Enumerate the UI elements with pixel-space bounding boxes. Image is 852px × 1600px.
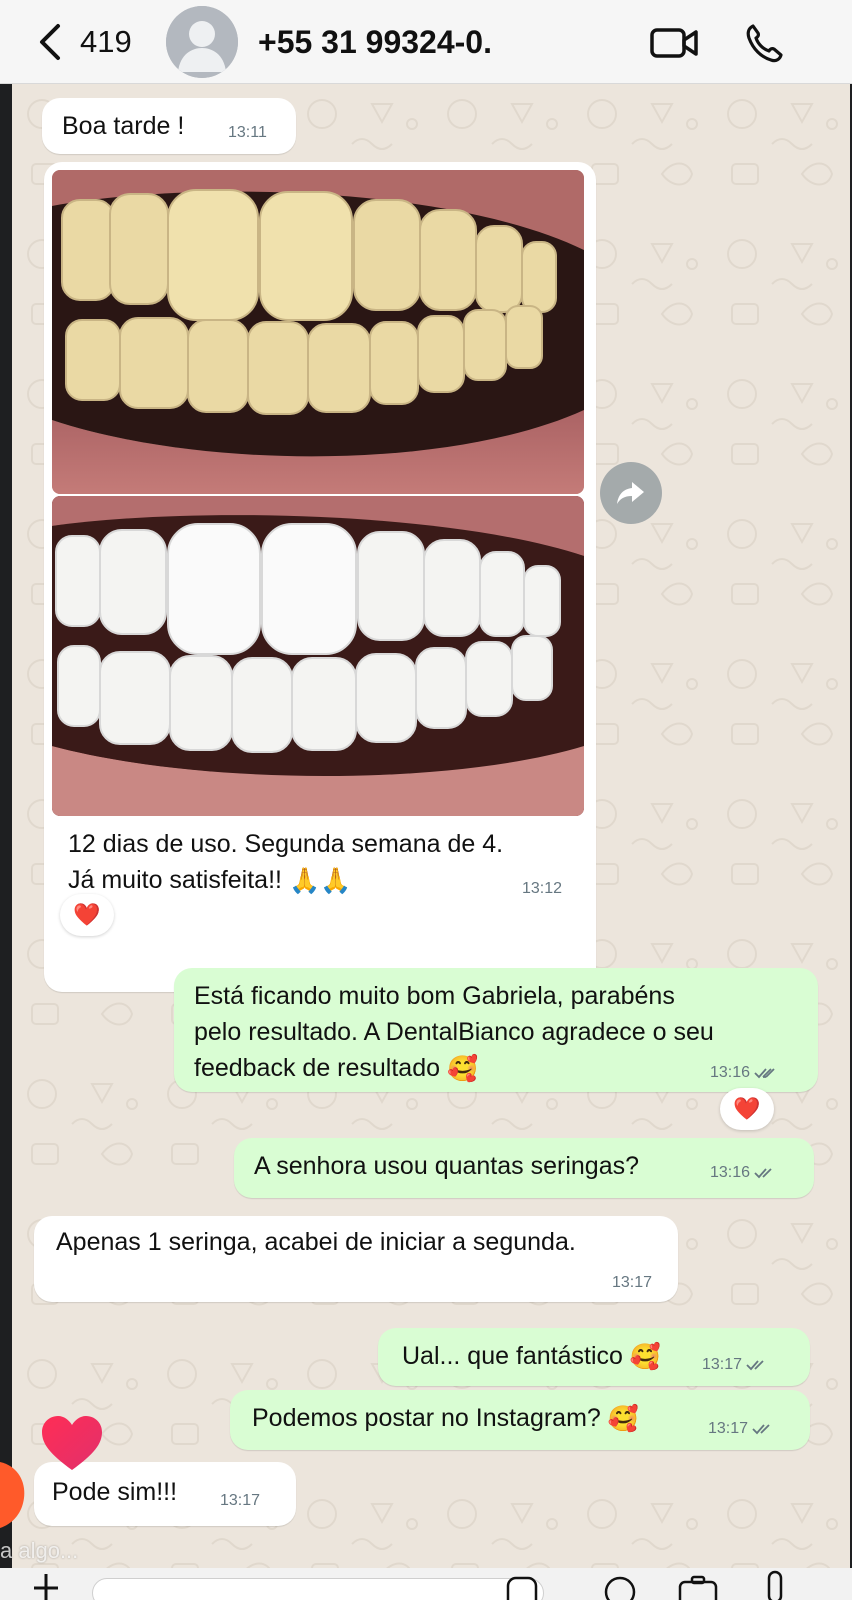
message-body: Ual... que fantástico: [402, 1342, 623, 1370]
red-heart-emoji: ❤️: [733, 1096, 761, 1121]
smiling-hearts-emoji: 🥰: [607, 1404, 639, 1433]
contact-name[interactable]: +55 31 99324-0.: [258, 24, 507, 61]
default-avatar-icon: [166, 6, 238, 78]
message-text: Podemos postar no Instagram? 🥰: [252, 1400, 639, 1436]
message-time: 13:17: [612, 1274, 653, 1291]
time-text: 13:17: [708, 1420, 749, 1437]
message-text: Está ficando muito bom Gabriela, parabén…: [194, 978, 714, 1086]
smiling-hearts-emoji: 🥰: [446, 1054, 479, 1083]
message-text: Ual... que fantástico 🥰: [402, 1338, 661, 1374]
incoming-message[interactable]: Apenas 1 seringa, acabei de iniciar a se…: [34, 1216, 678, 1302]
outgoing-message[interactable]: Está ficando muito bom Gabriela, parabén…: [174, 968, 818, 1092]
read-receipt-icon: [754, 1168, 772, 1179]
video-call-icon[interactable]: [650, 24, 700, 60]
microphone-icon[interactable]: [760, 1570, 790, 1600]
money-icon[interactable]: [602, 1572, 638, 1600]
contact-avatar[interactable]: [166, 6, 238, 78]
message-line-1: Está ficando muito bom Gabriela, parabén…: [194, 982, 675, 1010]
message-reaction[interactable]: ❤️: [60, 894, 114, 936]
after-photo[interactable]: [52, 496, 584, 816]
forward-arrow-icon: [617, 482, 644, 504]
outgoing-message[interactable]: A senhora usou quantas seringas? 13:16: [234, 1138, 814, 1198]
bottom-input-bar: [0, 1568, 852, 1600]
smiling-hearts-emoji: 🥰: [629, 1342, 662, 1371]
unread-count[interactable]: 419: [80, 24, 132, 60]
reply-hint-text: a algo...: [0, 1538, 79, 1563]
camera-icon[interactable]: [676, 1572, 720, 1600]
sticker-icon[interactable]: [504, 1572, 540, 1600]
story-sticker-edge: [0, 1462, 25, 1528]
forward-button[interactable]: [600, 462, 662, 524]
message-time: 13:16: [710, 1064, 778, 1082]
red-heart-emoji: ❤️: [73, 902, 101, 927]
message-text: Pode sim!!!: [52, 1478, 178, 1506]
back-arrow-icon[interactable]: [36, 22, 66, 62]
chat-header: 419 +55 31 99324-0.: [0, 0, 852, 84]
caption-line-2: Já muito satisfeita!!: [68, 866, 282, 894]
message-body: Podemos postar no Instagram?: [252, 1404, 601, 1432]
story-like-heart-icon[interactable]: [40, 1414, 104, 1474]
incoming-message[interactable]: Boa tarde ! 13:11: [42, 98, 296, 154]
message-time: 13:11: [228, 124, 267, 141]
folded-hands-emoji: 🙏🙏: [288, 866, 352, 895]
read-receipt-icon: [746, 1360, 764, 1371]
message-time: 13:17: [702, 1356, 770, 1374]
before-photo[interactable]: [52, 170, 584, 494]
message-text: A senhora usou quantas seringas?: [254, 1152, 639, 1180]
read-receipt-icon: [752, 1424, 770, 1435]
message-input[interactable]: [92, 1578, 544, 1600]
message-reaction[interactable]: ❤️: [720, 1088, 774, 1130]
teeth-before-image: [52, 170, 584, 494]
message-text: Apenas 1 seringa, acabei de iniciar a se…: [56, 1228, 576, 1256]
message-text: 12 dias de uso. Segunda semana de 4. Já …: [68, 826, 503, 898]
chat-area[interactable]: Boa tarde ! 13:11 12 dias de uso. Segund…: [12, 84, 850, 1574]
time-text: 13:17: [702, 1356, 743, 1373]
message-time: 13:17: [708, 1420, 776, 1438]
read-receipt-icon: [754, 1068, 775, 1079]
voice-call-icon[interactable]: [744, 22, 784, 64]
outgoing-message[interactable]: Ual... que fantástico 🥰 13:17: [378, 1328, 810, 1386]
caption-line-1: 12 dias de uso. Segunda semana de 4.: [68, 830, 504, 858]
time-text: 13:16: [710, 1164, 751, 1181]
teeth-after-image: [52, 496, 584, 816]
plus-icon[interactable]: [26, 1568, 66, 1600]
outgoing-message[interactable]: Podemos postar no Instagram? 🥰 13:17: [230, 1390, 810, 1450]
message-line-3: feedback de resultado: [194, 1054, 441, 1082]
message-time: 13:16: [710, 1164, 778, 1182]
message-line-2: pelo resultado. A DentalBianco agradece …: [194, 1018, 714, 1046]
message-time: 13:12: [522, 880, 563, 897]
message-time: 13:17: [220, 1492, 261, 1509]
incoming-image-message[interactable]: 12 dias de uso. Segunda semana de 4. Já …: [44, 162, 596, 992]
time-text: 13:16: [710, 1064, 751, 1081]
message-text: Boa tarde !: [62, 112, 185, 140]
